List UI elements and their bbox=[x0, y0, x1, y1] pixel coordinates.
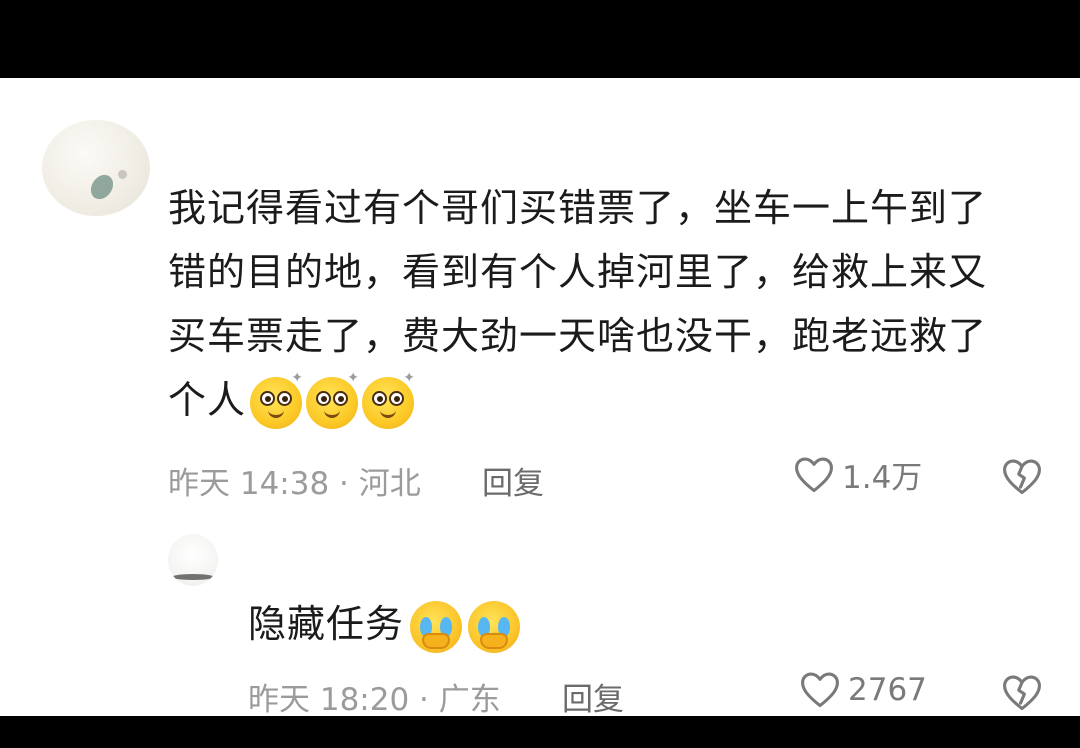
comment-line-text: 个人 bbox=[168, 378, 247, 422]
starry-eyed-smile-emoji: ✦ bbox=[362, 371, 415, 429]
top-black-bar bbox=[0, 0, 1080, 78]
comment-screen: 我记得看过有个哥们买错票了，坐车一上午到了 错的目的地，看到有个人掉河里了，给救… bbox=[0, 78, 1080, 716]
like-button[interactable]: 2767 bbox=[798, 668, 927, 712]
like-button[interactable]: 1.4万 bbox=[792, 452, 922, 497]
heart-outline-icon bbox=[795, 456, 833, 492]
bottom-black-bar bbox=[0, 716, 1080, 748]
comment-line: 我记得看过有个哥们买错票了，坐车一上午到了 bbox=[168, 186, 988, 230]
reply-meta: 昨天 18:20 · 广东 bbox=[248, 682, 501, 716]
comment-line: 错的目的地，看到有个人掉河里了，给救上来又 bbox=[168, 250, 988, 294]
comment-body: 我记得看过有个哥们买错票了，坐车一上午到了 错的目的地，看到有个人掉河里了，给救… bbox=[168, 176, 1048, 432]
starry-eyed-smile-emoji: ✦ bbox=[306, 371, 359, 429]
crying-face-emoji bbox=[410, 600, 463, 653]
comment-line: 买车票走了，费大劲一天啥也没干，跑老远救了 bbox=[168, 314, 988, 358]
broken-heart-icon[interactable] bbox=[1000, 671, 1044, 715]
like-count: 2767 bbox=[848, 672, 927, 708]
avatar[interactable] bbox=[42, 120, 150, 216]
avatar-leaf-mark bbox=[86, 170, 118, 204]
crying-face-emoji bbox=[468, 600, 521, 653]
reply-button[interactable]: 回复 bbox=[482, 458, 544, 503]
comment-meta: 昨天 14:38 · 河北 bbox=[168, 466, 421, 502]
reply-button[interactable]: 回复 bbox=[562, 674, 624, 716]
starry-eyed-smile-emoji: ✦ bbox=[250, 371, 303, 429]
reply-avatar[interactable] bbox=[168, 534, 218, 586]
reply-text: 隐藏任务 bbox=[248, 602, 405, 646]
comment-line-last: 个人 ✦ ✦ ✦ bbox=[168, 368, 1048, 432]
reply-body: 隐藏任务 bbox=[248, 592, 521, 656]
avatar-band-mark bbox=[172, 574, 214, 580]
avatar-dot-mark bbox=[118, 170, 127, 179]
like-count: 1.4万 bbox=[842, 460, 923, 496]
heart-outline-icon bbox=[801, 672, 839, 708]
broken-heart-icon[interactable] bbox=[1000, 455, 1044, 499]
